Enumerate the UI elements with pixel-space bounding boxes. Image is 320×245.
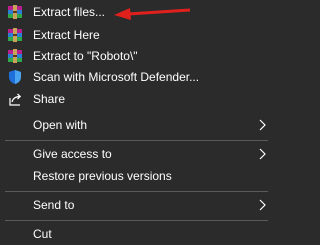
menu-item-label: Extract Here [33,28,100,42]
share-icon [7,91,23,107]
menu-item-open-with[interactable]: Open with [0,114,273,136]
menu-item-give-access[interactable]: Give access to [0,143,273,165]
menu-item-restore-versions[interactable]: Restore previous versions [0,165,273,187]
menu-item-extract-to[interactable]: Extract to "Roboto\" [0,45,273,67]
context-menu: Extract files... Extract Here Extract to [0,0,273,241]
menu-item-label: Give access to [33,147,112,161]
menu-item-label: Cut [33,227,52,241]
menu-item-cut[interactable]: Cut [0,223,273,245]
winrar-icon [7,4,23,20]
menu-separator [5,191,268,192]
menu-item-label: Scan with Microsoft Defender... [33,70,200,84]
chevron-right-icon [258,199,266,211]
menu-item-label: Extract files... [33,5,106,19]
menu-item-label: Restore previous versions [33,169,172,183]
menu-item-label: Open with [33,118,88,132]
menu-item-label: Share [33,92,66,106]
defender-shield-icon [7,69,23,85]
menu-item-label: Extract to "Roboto\" [33,49,138,63]
chevron-right-icon [258,148,266,160]
menu-item-share[interactable]: Share [0,88,273,110]
winrar-icon [7,27,23,43]
menu-item-send-to[interactable]: Send to [0,194,273,216]
chevron-right-icon [258,119,266,131]
winrar-icon [7,48,23,64]
menu-separator [5,220,268,221]
menu-item-extract-here[interactable]: Extract Here [0,24,273,46]
menu-item-extract-files[interactable]: Extract files... [0,1,273,23]
menu-item-label: Send to [33,198,75,212]
menu-separator [5,140,268,141]
menu-item-scan-defender[interactable]: Scan with Microsoft Defender... [0,66,273,88]
